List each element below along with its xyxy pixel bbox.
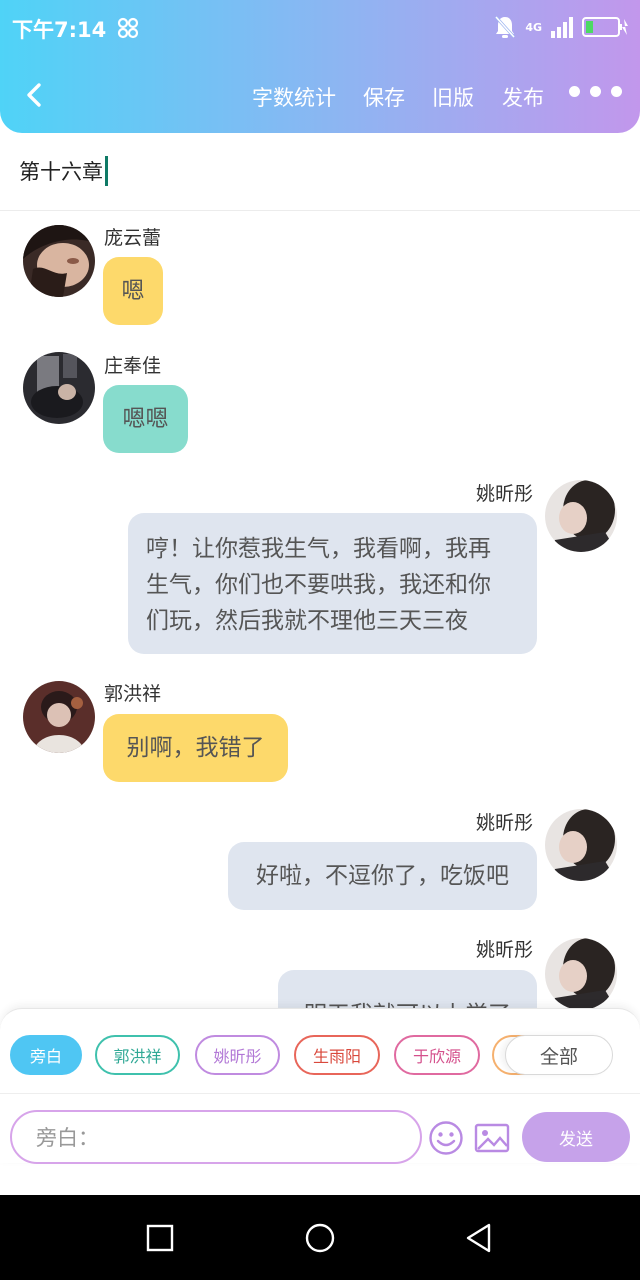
chapter-title: 第十六章 [19, 160, 103, 184]
role-chip[interactable]: 郭洪祥 [95, 1035, 180, 1075]
more-dots-icon[interactable] [569, 86, 622, 97]
role-chip-label: 于欣源 [412, 1047, 461, 1066]
message-bubble[interactable]: 别啊，我错了 [103, 714, 288, 782]
message-line: 们玩，然后我就不理他三天三夜 [146, 608, 468, 634]
image-icon[interactable] [474, 1122, 510, 1154]
speaker-name: 姚昕彤 [476, 483, 534, 505]
home-icon[interactable] [303, 1221, 337, 1255]
role-chip-label: 郭洪祥 [113, 1047, 162, 1066]
avatar[interactable] [545, 480, 617, 552]
status-bar: 下午7:14 4G [0, 0, 640, 56]
message-text: 好啦，不逗你了，吃饭吧 [256, 863, 509, 889]
bell-muted-icon [495, 15, 516, 39]
role-chip-row: 旁白 郭洪祥 姚昕彤 生雨阳 于欣源 全部 [10, 1035, 630, 1077]
signal-icon [551, 17, 573, 38]
avatar[interactable] [545, 938, 617, 1010]
message-bubble[interactable]: 好啦，不逗你了，吃饭吧 [228, 842, 537, 910]
role-chip-label: 生雨阳 [312, 1047, 361, 1066]
status-icons: 4G [493, 12, 630, 42]
message-bubble[interactable]: 哼！让你惹我生气，我看啊，我再 生气，你们也不要哄我，我还和你 们玩，然后我就不… [128, 513, 537, 654]
system-nav-bar [0, 1195, 640, 1280]
role-chip[interactable]: 生雨阳 [294, 1035, 380, 1075]
role-chip[interactable]: 于欣源 [394, 1035, 480, 1075]
message-text: 嗯嗯 [122, 406, 169, 432]
chapter-title-field[interactable]: 第十六章 [19, 156, 108, 186]
role-chip-label: 姚昕彤 [213, 1047, 262, 1066]
speaker-name: 郭洪祥 [104, 683, 162, 705]
toolbar: 字数统计 保存 旧版 发布 [0, 62, 640, 128]
send-button[interactable]: 发送 [522, 1112, 630, 1162]
input-placeholder: 旁白： [36, 1126, 99, 1150]
message-line: 生气，你们也不要哄我，我还和你 [146, 572, 491, 598]
link-icon [117, 17, 139, 39]
message-line: 哼！让你惹我生气，我看啊，我再 [146, 536, 491, 562]
recent-apps-icon[interactable] [143, 1221, 177, 1255]
send-label: 发送 [559, 1129, 593, 1150]
all-roles-label: 全部 [539, 1045, 578, 1068]
message-text: 嗯 [121, 278, 145, 304]
message-bubble[interactable]: 嗯 [103, 257, 163, 325]
role-chip[interactable]: 旁白 [10, 1035, 82, 1075]
header: 下午7:14 4G 字数统计 保存 旧版 发布 [0, 0, 640, 133]
network-type: 4G [525, 20, 542, 34]
message-input[interactable]: 旁白： [10, 1110, 422, 1164]
all-roles-button[interactable]: 全部 [505, 1035, 613, 1075]
old-version-button[interactable]: 旧版 [432, 82, 474, 112]
back-icon[interactable] [463, 1221, 497, 1255]
input-panel: 旁白 郭洪祥 姚昕彤 生雨阳 于欣源 全部 旁白： 发送 [0, 1008, 640, 1164]
speaker-name: 姚昕彤 [476, 939, 534, 961]
text-cursor [105, 156, 108, 186]
speaker-name: 庄奉佳 [104, 355, 162, 377]
word-count-button[interactable]: 字数统计 [252, 82, 336, 112]
avatar[interactable] [23, 225, 95, 297]
role-chip-label: 旁白 [29, 1047, 62, 1066]
avatar[interactable] [23, 352, 95, 424]
speaker-name: 姚昕彤 [476, 812, 534, 834]
divider [0, 210, 640, 211]
role-chip[interactable]: 姚昕彤 [195, 1035, 280, 1075]
publish-button[interactable]: 发布 [502, 82, 544, 112]
speaker-name: 庞云蕾 [104, 227, 162, 249]
message-text: 别啊，我错了 [126, 735, 265, 761]
battery-icon [582, 17, 628, 37]
emoji-icon[interactable] [428, 1120, 464, 1156]
save-button[interactable]: 保存 [363, 82, 405, 112]
message-bubble[interactable]: 嗯嗯 [103, 385, 188, 453]
chevron-left-icon [27, 83, 41, 107]
back-button[interactable] [18, 78, 52, 112]
chat-editor-screen: 下午7:14 4G 字数统计 保存 旧版 发布 第十六章 庞云蕾 嗯 庄奉佳 嗯… [0, 0, 640, 1280]
status-time: 下午7:14 [12, 18, 107, 42]
avatar[interactable] [545, 809, 617, 881]
panel-divider [0, 1093, 640, 1094]
avatar[interactable] [23, 681, 95, 753]
